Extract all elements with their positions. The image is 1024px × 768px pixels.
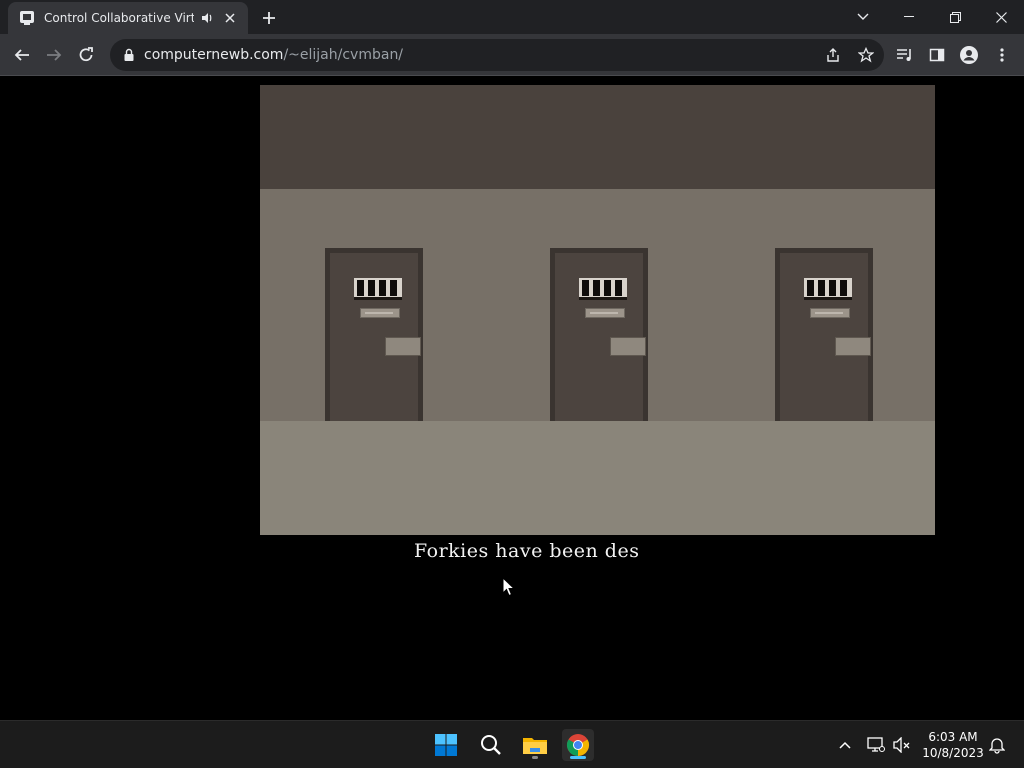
site-favicon-icon <box>20 11 34 25</box>
url-text[interactable]: computernewb.com/~elijah/cvmban/ <box>144 47 403 63</box>
reload-button[interactable] <box>75 44 97 66</box>
game-screen[interactable] <box>260 85 935 535</box>
door-nameplate <box>585 308 625 318</box>
profile-avatar-icon[interactable] <box>958 44 980 66</box>
browser-toolbar: computernewb.com/~elijah/cvmban/ <box>0 34 1024 76</box>
side-panel-icon[interactable] <box>926 44 948 66</box>
running-indicator <box>532 756 538 759</box>
door-nameplate <box>360 308 400 318</box>
door-panel <box>330 253 421 421</box>
game-ceiling <box>260 85 935 189</box>
share-icon[interactable] <box>822 44 844 66</box>
door-panel <box>555 253 646 421</box>
url-domain: computernewb.com <box>144 47 284 63</box>
tab-close-icon[interactable] <box>222 10 238 26</box>
back-button[interactable] <box>11 44 33 66</box>
cell-door[interactable] <box>775 248 873 421</box>
tab-search-chevron-icon[interactable] <box>852 6 874 28</box>
lock-icon[interactable] <box>122 48 136 62</box>
browser-tab[interactable]: Control Collaborative Virtual Machine <box>8 2 248 34</box>
browser-menu-icon[interactable] <box>991 44 1013 66</box>
door-grille <box>804 278 852 300</box>
url-path: /~elijah/cvmban/ <box>283 47 404 63</box>
door-grille <box>354 278 402 300</box>
close-window-button[interactable] <box>990 6 1012 28</box>
door-slot <box>385 337 421 356</box>
door-nameplate <box>810 308 850 318</box>
door-slot <box>610 337 646 356</box>
tab-title: Control Collaborative Virtual Machine <box>44 11 194 25</box>
active-app-indicator <box>570 756 586 759</box>
clock-time: 6:03 AM <box>928 730 978 744</box>
door-grille <box>579 278 627 300</box>
audio-playing-icon[interactable] <box>200 11 214 25</box>
game-caption-text: Forkies have been des <box>414 540 640 562</box>
windows-taskbar: 6:03 AM 10/8/2023 <box>0 720 1024 768</box>
cell-door[interactable] <box>325 248 423 421</box>
volume-muted-icon[interactable] <box>892 735 912 755</box>
show-hidden-icons-chevron-icon[interactable] <box>835 735 855 755</box>
door-slot <box>835 337 871 356</box>
restore-button[interactable] <box>944 6 966 28</box>
file-explorer-icon[interactable] <box>519 729 551 761</box>
system-clock[interactable]: 6:03 AM 10/8/2023 <box>920 729 986 761</box>
cell-door[interactable] <box>550 248 648 421</box>
minimize-button[interactable] <box>898 6 920 28</box>
game-floor <box>260 421 935 535</box>
clock-date: 10/8/2023 <box>922 746 984 760</box>
start-icon[interactable] <box>430 729 462 761</box>
new-tab-button[interactable] <box>259 8 279 28</box>
network-icon[interactable] <box>866 735 886 755</box>
browser-tab-bar: Control Collaborative Virtual Machine <box>0 0 1024 34</box>
forward-button[interactable] <box>43 44 65 66</box>
page-content: Forkies have been des <box>0 77 1024 720</box>
search-icon[interactable] <box>475 729 507 761</box>
chrome-icon[interactable] <box>562 729 594 761</box>
media-controls-icon[interactable] <box>894 44 916 66</box>
notification-bell-icon[interactable] <box>987 735 1007 755</box>
door-panel <box>780 253 871 421</box>
mouse-cursor-icon <box>502 577 516 597</box>
address-bar[interactable]: computernewb.com/~elijah/cvmban/ <box>110 39 884 71</box>
bookmark-star-icon[interactable] <box>855 44 877 66</box>
